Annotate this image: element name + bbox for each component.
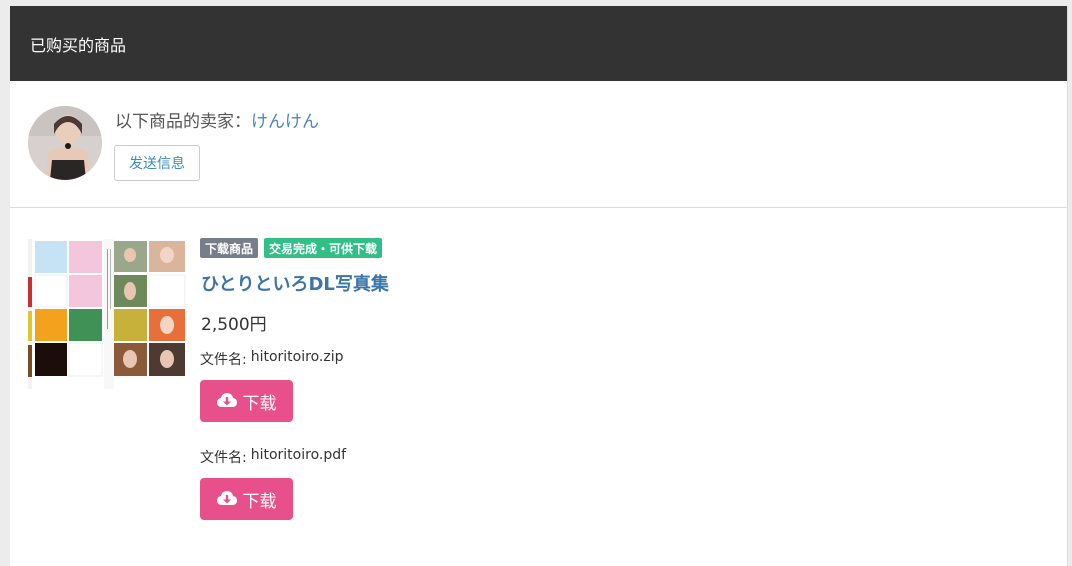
cloud-download-icon bbox=[216, 491, 237, 507]
file-name-value: hitoritoiro.zip bbox=[250, 349, 344, 365]
product-price: 2,500円 bbox=[201, 315, 267, 335]
file-name-label: 文件名: bbox=[200, 450, 247, 466]
seller-section: 以下商品的卖家：けんけん 发送信息 bbox=[10, 81, 1067, 208]
seller-info: 以下商品的卖家：けんけん bbox=[115, 107, 319, 132]
file-item: 文件名: hitoritoiro.pdf 下载 bbox=[200, 447, 346, 520]
product-image bbox=[28, 239, 188, 389]
download-button[interactable]: 下载 bbox=[200, 478, 293, 520]
tag-transaction-complete: 交易完成・可供下载 bbox=[264, 238, 383, 258]
cloud-download-icon bbox=[216, 393, 237, 409]
file-name-value: hitoritoiro.pdf bbox=[250, 447, 347, 463]
tag-download-product: 下载商品 bbox=[200, 238, 259, 258]
download-button-label: 下载 bbox=[242, 393, 277, 414]
avatar-image bbox=[28, 106, 102, 180]
seller-avatar[interactable] bbox=[28, 106, 102, 180]
file-name-row: 文件名: hitoritoiro.pdf bbox=[200, 447, 346, 467]
download-button[interactable]: 下载 bbox=[200, 380, 293, 422]
product-thumbnail[interactable] bbox=[28, 239, 188, 389]
product-title-link[interactable]: ひとりといろDL写真集 bbox=[201, 270, 389, 296]
seller-label: 以下商品的卖家： bbox=[115, 112, 251, 132]
download-button-label: 下载 bbox=[242, 491, 277, 512]
seller-name-link[interactable]: けんけん bbox=[251, 112, 319, 132]
panel-header: 已购买的商品 bbox=[10, 6, 1067, 81]
send-message-button[interactable]: 发送信息 bbox=[114, 145, 200, 181]
product-section: 下载商品 交易完成・可供下载 ひとりといろDL写真集 2,500円 文件名: h… bbox=[10, 208, 1067, 548]
file-name-row: 文件名: hitoritoiro.zip bbox=[200, 349, 343, 369]
page-title: 已购买的商品 bbox=[30, 35, 127, 55]
purchased-items-panel: 已购买的商品 以下商品的卖家：けんけん 发送信息 下载商品 交易完成・可供下载 … bbox=[10, 6, 1068, 566]
product-tags: 下载商品 交易完成・可供下载 bbox=[200, 238, 383, 258]
file-item: 文件名: hitoritoiro.zip 下载 bbox=[200, 349, 343, 422]
file-name-label: 文件名: bbox=[200, 352, 247, 368]
